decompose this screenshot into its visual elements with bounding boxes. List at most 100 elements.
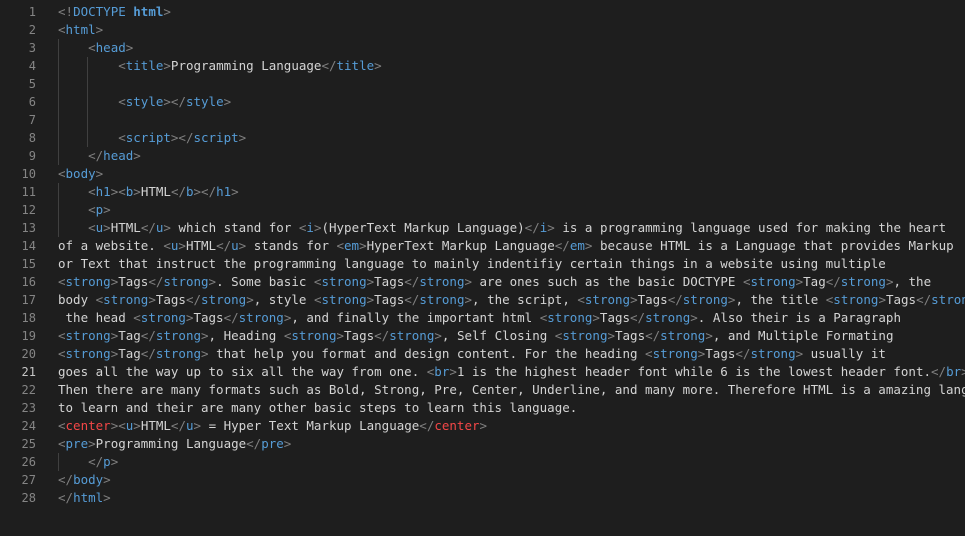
code-token: Tags — [637, 292, 668, 307]
code-editor[interactable]: 1 <!DOCTYPE html> 2 <html> 3 <head> 4 <title>… — [0, 0, 965, 536]
code-token: Tags — [193, 310, 224, 325]
code-token: > — [110, 454, 119, 469]
code-token: Then there are many formats such as Bold… — [58, 382, 965, 397]
code-line[interactable]: 2 <html> — [0, 21, 965, 39]
code-token: = Hyper Text Markup Language — [201, 418, 420, 433]
code-token: > — [607, 328, 615, 343]
code-line[interactable]: 16 <strong>Tags</strong>. Some basic <str… — [0, 273, 965, 291]
code-token: strong — [840, 274, 886, 289]
code-token: > — [201, 346, 209, 361]
code-token: strong — [103, 292, 149, 307]
code-line[interactable]: 12 <p> — [0, 201, 965, 219]
code-token: strong — [291, 328, 337, 343]
code-line[interactable]: 27 </body> — [0, 471, 965, 489]
code-token: strong — [682, 292, 728, 307]
code-line[interactable]: 13 <u>HTML</u> which stand for <i>(Hyper… — [0, 219, 965, 237]
line-number: 10 — [21, 167, 36, 181]
code-line[interactable]: 7 — [0, 111, 965, 129]
code-token: . Also their is a Paragraph — [697, 310, 901, 325]
code-line[interactable]: 25 <pre>Programming Language</pre> — [0, 435, 965, 453]
code-token: < — [88, 220, 96, 235]
code-line[interactable]: 6 <style></style> — [0, 93, 965, 111]
code-line[interactable]: 26 </p> — [0, 453, 965, 471]
code-token: < — [58, 166, 66, 181]
code-text: Then there are many formats such as Bold… — [58, 381, 965, 399]
code-token: > — [464, 274, 472, 289]
code-text: <u>HTML</u> which stand for <i>(HyperTex… — [58, 219, 946, 237]
code-token: pre — [65, 436, 89, 451]
code-token: center — [434, 418, 480, 433]
indent-guide — [58, 75, 59, 93]
line-number: 24 — [21, 419, 36, 433]
code-text: the head <strong>Tags</strong>, and fina… — [58, 309, 901, 327]
code-token: style — [125, 94, 164, 109]
line-number: 7 — [28, 113, 36, 127]
code-line[interactable]: 21 goes all the way up to six all the way… — [0, 363, 965, 381]
code-line[interactable]: 8 <script></script> — [0, 129, 965, 147]
code-line[interactable]: 3 <head> — [0, 39, 965, 57]
code-token: </ — [524, 220, 540, 235]
code-token: ></ — [170, 130, 194, 145]
code-token: </ — [916, 292, 932, 307]
code-token: </ — [140, 346, 156, 361]
code-token: strong — [931, 292, 965, 307]
code-text: <strong>Tag</strong>, Heading <strong>Ta… — [58, 327, 893, 345]
code-token: < — [336, 238, 345, 253]
code-token: strong — [833, 292, 879, 307]
code-line[interactable]: 11 <h1><b>HTML</b></h1> — [0, 183, 965, 201]
code-token: </ — [931, 364, 947, 379]
code-token: , the — [893, 274, 932, 289]
code-token: strong — [562, 328, 608, 343]
code-token: u — [231, 238, 239, 253]
code-token: </ — [216, 238, 232, 253]
code-line[interactable]: 1 <!DOCTYPE html> — [0, 3, 965, 21]
code-token: p — [103, 454, 111, 469]
code-token: > — [374, 58, 382, 73]
code-token: > — [246, 292, 254, 307]
code-token: </ — [140, 220, 156, 235]
code-token: strong — [65, 346, 111, 361]
line-number: 11 — [21, 185, 36, 199]
code-token: body — [58, 292, 96, 307]
line-number: 2 — [28, 23, 36, 37]
code-line[interactable]: 5 — [0, 75, 965, 93]
code-token: pre — [261, 436, 284, 451]
code-text: </body> — [58, 471, 111, 489]
code-token: </ — [374, 328, 390, 343]
code-line[interactable]: 28 </html> — [0, 489, 965, 507]
code-token: Tag — [803, 274, 826, 289]
code-line[interactable]: 10 <body> — [0, 165, 965, 183]
line-number: 26 — [21, 455, 36, 469]
code-token: Tags — [599, 310, 631, 325]
code-token: strong — [389, 328, 435, 343]
code-token: br — [434, 364, 450, 379]
code-line[interactable]: 23 to learn and their are many other basi… — [0, 399, 965, 417]
code-token: head — [103, 148, 134, 163]
code-token: , the title — [735, 292, 826, 307]
code-token: strong — [750, 346, 796, 361]
code-token: html — [73, 490, 104, 505]
code-token: strong — [645, 310, 691, 325]
code-line[interactable]: 4 <title>Programming Language</title> — [0, 57, 965, 75]
code-token: the head — [58, 310, 134, 325]
code-line[interactable]: 24 <center><u>HTML</u> = Hyper Text Marku… — [0, 417, 965, 435]
code-line[interactable]: 14 of a website. <u>HTML</u> stands for <… — [0, 237, 965, 255]
code-line[interactable]: 17 body <strong>Tags</strong>, style <str… — [0, 291, 965, 309]
line-number: 16 — [21, 275, 36, 289]
code-line[interactable]: 19 <strong>Tag</strong>, Heading <strong>… — [0, 327, 965, 345]
code-token: > — [336, 328, 345, 343]
line-number: 14 — [21, 239, 36, 253]
code-token: > — [133, 418, 141, 433]
code-line[interactable]: 22 Then there are many formats such as Bo… — [0, 381, 965, 399]
code-line[interactable]: 18 the head <strong>Tags</strong>, and f… — [0, 309, 965, 327]
code-token: < — [58, 418, 66, 433]
line-number: 3 — [28, 41, 36, 55]
code-token: > — [103, 202, 111, 217]
code-line[interactable]: 15 or Text that instruct the programming … — [0, 255, 965, 273]
code-line[interactable]: 20 <strong>Tag</strong> that help you for… — [0, 345, 965, 363]
line-number: 4 — [28, 59, 36, 73]
code-line[interactable]: 9 </head> — [0, 147, 965, 165]
code-token: title — [336, 58, 375, 73]
